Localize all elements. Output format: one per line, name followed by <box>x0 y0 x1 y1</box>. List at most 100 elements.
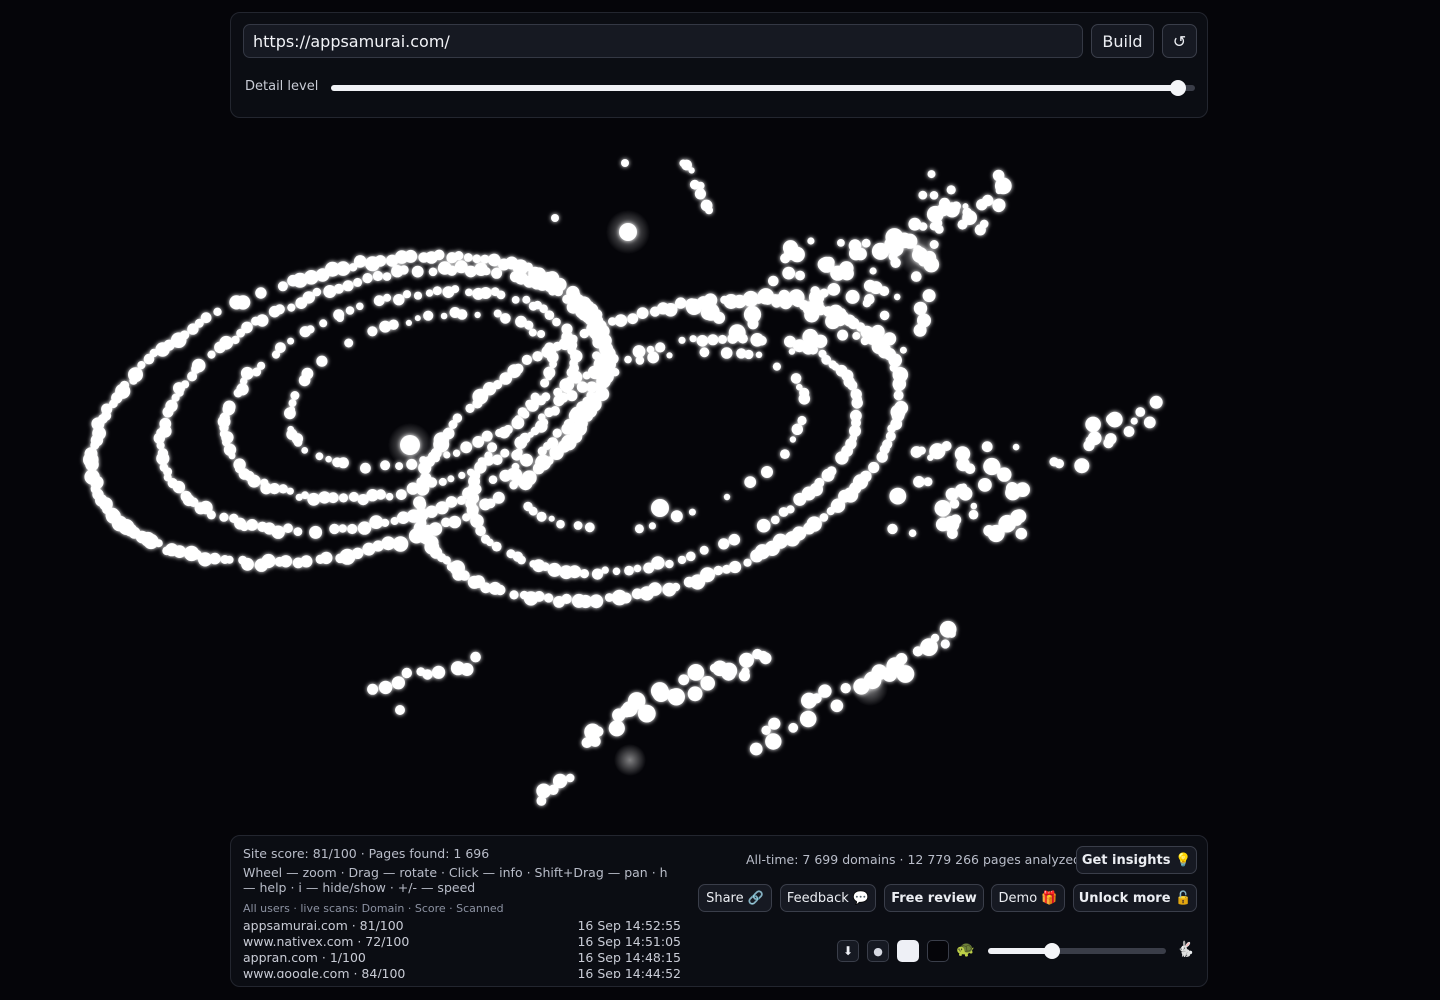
graph-node[interactable] <box>632 345 646 358</box>
graph-node[interactable] <box>770 515 780 525</box>
graph-node[interactable] <box>688 167 695 174</box>
graph-node[interactable] <box>743 306 762 324</box>
graph-node[interactable] <box>465 288 473 297</box>
graph-node[interactable] <box>482 267 491 276</box>
graph-node[interactable] <box>949 499 960 509</box>
graph-node[interactable] <box>650 682 669 700</box>
graph-node[interactable] <box>780 449 790 459</box>
graph-node[interactable] <box>741 667 750 676</box>
graph-node[interactable] <box>917 313 931 328</box>
graph-node[interactable] <box>729 560 742 574</box>
graph-node[interactable] <box>821 468 835 482</box>
graph-node[interactable] <box>373 295 385 307</box>
graph-node[interactable] <box>807 237 815 245</box>
graph-node[interactable] <box>699 545 709 555</box>
graph-node[interactable] <box>826 507 835 516</box>
graph-node[interactable] <box>481 534 491 544</box>
graph-node[interactable] <box>356 302 364 311</box>
graph-node[interactable] <box>128 367 143 383</box>
graph-node[interactable] <box>982 194 994 207</box>
graph-node[interactable] <box>390 517 399 525</box>
graph-node[interactable] <box>335 261 351 276</box>
graph-node[interactable] <box>287 337 295 345</box>
graph-node[interactable] <box>995 187 1002 195</box>
graph-node[interactable] <box>922 289 936 303</box>
graph-node[interactable] <box>307 492 321 506</box>
graph-node[interactable] <box>655 342 666 353</box>
graph-node[interactable] <box>484 451 493 460</box>
graph-node[interactable] <box>579 569 590 579</box>
graph-node[interactable] <box>500 448 510 458</box>
graph-node[interactable] <box>687 686 703 702</box>
graph-node[interactable] <box>1105 433 1117 445</box>
graph-node[interactable] <box>612 567 621 576</box>
graph-node[interactable] <box>968 509 979 520</box>
graph-node[interactable] <box>819 351 827 358</box>
graph-node[interactable] <box>978 478 992 492</box>
graph-node[interactable] <box>633 564 642 573</box>
graph-node[interactable] <box>179 330 190 340</box>
build-button[interactable]: Build <box>1091 24 1154 58</box>
graph-node[interactable] <box>869 267 877 275</box>
graph-node[interactable] <box>851 397 863 409</box>
graph-node[interactable] <box>565 773 575 783</box>
graph-node[interactable] <box>1123 426 1135 437</box>
graph-node[interactable] <box>696 335 709 347</box>
graph-node[interactable] <box>796 383 803 391</box>
graph-node[interactable] <box>338 524 347 533</box>
graph-node[interactable] <box>454 251 464 261</box>
graph-node[interactable] <box>721 662 738 679</box>
graph-node[interactable] <box>954 483 969 498</box>
scan-row[interactable]: appran.com · 1/100 16 Sep 14:48:15 <box>243 950 681 966</box>
graph-node[interactable] <box>899 346 907 354</box>
graph-node[interactable] <box>277 281 288 292</box>
graph-node[interactable] <box>757 335 767 346</box>
graph-node[interactable] <box>544 310 555 321</box>
graph-node[interactable] <box>432 286 442 296</box>
graph-node[interactable] <box>869 281 883 295</box>
graph-node[interactable] <box>667 688 685 706</box>
graph-node[interactable] <box>793 492 807 506</box>
graph-node[interactable] <box>917 446 926 455</box>
graph-node[interactable] <box>183 545 200 562</box>
graph-node[interactable] <box>474 311 481 319</box>
scan-row[interactable]: www.nativex.com · 72/100 16 Sep 14:51:05 <box>243 934 681 950</box>
graph-node[interactable] <box>306 325 315 334</box>
graph-node[interactable] <box>241 321 253 334</box>
graph-node[interactable] <box>479 498 492 511</box>
graph-node[interactable] <box>207 350 216 359</box>
graph-node[interactable] <box>686 551 696 562</box>
graph-node[interactable] <box>180 490 192 503</box>
graph-node[interactable] <box>1010 509 1025 524</box>
graph-node[interactable] <box>487 442 498 453</box>
graph-node[interactable] <box>648 522 657 530</box>
graph-node[interactable] <box>666 352 673 359</box>
graph-node[interactable] <box>499 469 512 482</box>
graph-node[interactable] <box>423 310 434 321</box>
graph-node[interactable] <box>260 478 269 487</box>
graph-node[interactable] <box>908 529 917 537</box>
graph-node[interactable] <box>636 307 649 319</box>
graph-node[interactable] <box>879 310 890 321</box>
graph-node[interactable] <box>778 289 790 301</box>
download-icon[interactable]: ⬇ <box>837 940 859 962</box>
graph-node[interactable] <box>694 188 707 200</box>
graph-node[interactable] <box>840 683 851 694</box>
graph-node[interactable] <box>573 521 583 530</box>
scan-row[interactable]: www.google.com · 84/100 16 Sep 14:44:52 <box>243 966 681 978</box>
graph-node[interactable] <box>517 407 528 417</box>
graph-node[interactable] <box>223 400 236 414</box>
graph-node[interactable] <box>868 461 880 474</box>
graph-node[interactable] <box>342 280 354 292</box>
graph-node[interactable] <box>428 267 438 277</box>
url-input[interactable] <box>243 24 1083 58</box>
graph-node[interactable] <box>348 491 359 502</box>
graph-node[interactable] <box>500 313 511 324</box>
graph-node[interactable] <box>643 562 655 574</box>
graph-node[interactable] <box>362 542 376 556</box>
graph-node[interactable] <box>433 249 445 261</box>
graph-node[interactable] <box>558 337 572 351</box>
graph-node[interactable] <box>496 290 506 300</box>
graph-node[interactable] <box>688 508 696 516</box>
graph-node[interactable] <box>451 285 460 294</box>
